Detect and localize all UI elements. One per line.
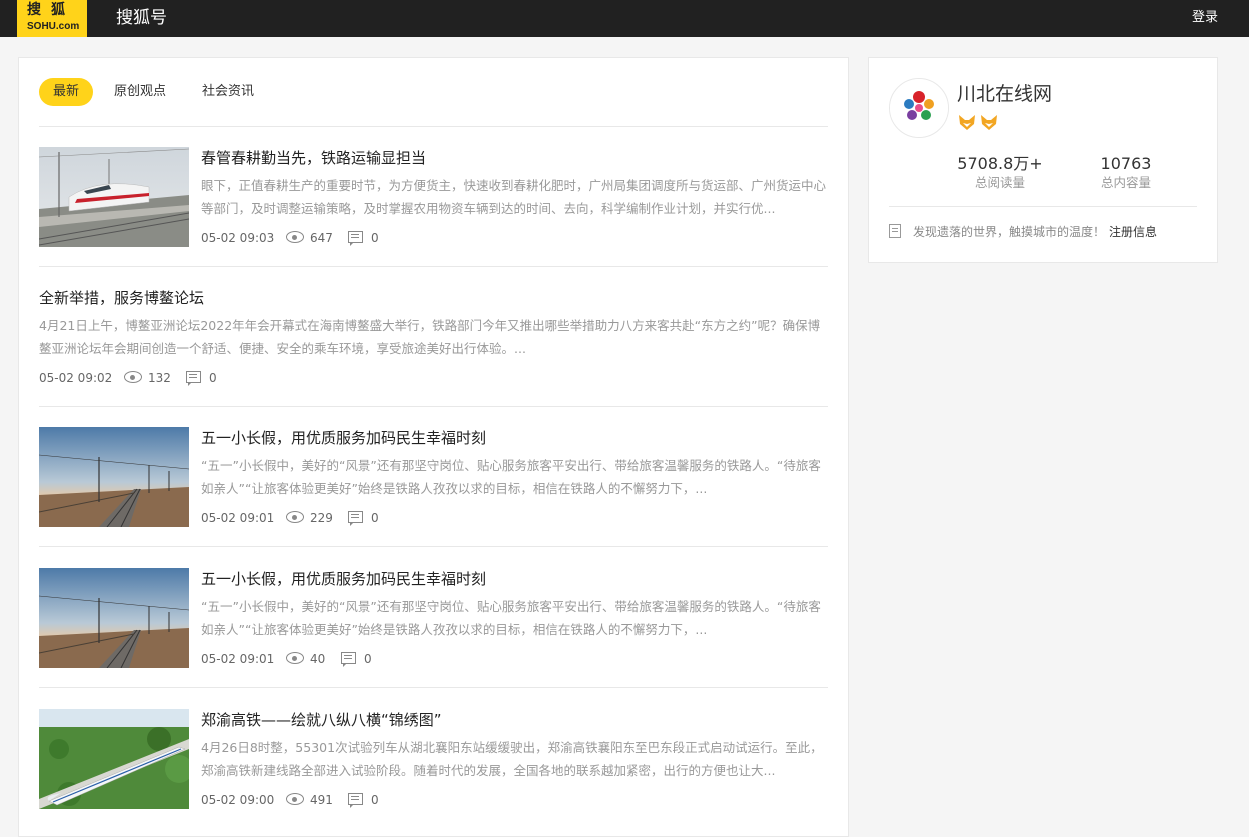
comment-count: 0 [371,231,379,245]
register-info-link[interactable]: 注册信息 [1109,225,1157,239]
article-title[interactable]: 春管春耕勤当先，铁路运输显担当 [201,148,426,168]
view-count: 40 [310,652,326,666]
tab-social-news[interactable]: 社会资讯 [202,78,254,106]
profile-card: 川北在线网 5708.8万+ 总阅读量 10763 总内容量 发现遗落的世界，触… [868,57,1218,263]
article-summary: “五一”小长假中，美好的“风景”还有那坚守岗位、贴心服务旅客平安出行、带给旅客温… [201,458,821,496]
top-navbar: 搜狐 SOHU.com 搜狐号 登录 [0,0,1249,37]
publish-time: 05-02 09:01 [201,511,275,525]
site-name[interactable]: 搜狐号 [116,8,167,28]
divider [39,687,828,688]
eye-icon [124,371,142,383]
total-content-value: 10763 [1100,154,1152,173]
fox-badge-icon [981,115,997,130]
comment-count: 0 [371,793,379,807]
article-panel: 最新 原创观点 社会资讯 春管春耕勤当先，铁路运输显担当 眼下，正值春耕生产的重… [18,57,849,837]
article-summary: 4月26日8时整，55301次试验列车从湖北襄阳东站缓缓驶出，郑渝高铁襄阳东至巴… [201,740,823,778]
view-count: 132 [148,371,171,385]
tab-latest[interactable]: 最新 [39,78,94,106]
publish-time: 05-02 09:00 [201,793,275,807]
total-reads-label: 总阅读量 [974,175,1025,190]
document-icon [889,224,901,238]
view-count: 647 [310,231,333,245]
comment-count: 0 [371,511,379,525]
article-item[interactable]: 五一小长假，用优质服务加码民生幸福时刻 “五一”小长假中，美好的“风景”还有那坚… [39,407,828,547]
article-summary: 眼下，正值春耕生产的重要时节，为方便货主，快速收到春耕化肥时，广州局集团调度所与… [201,178,827,216]
eye-icon [286,231,304,243]
publish-time: 05-02 09:03 [201,231,275,245]
article-title[interactable]: 郑渝高铁——绘就八纵八横“锦绣图” [201,710,442,730]
fox-badge-icon [959,115,975,130]
account-name[interactable]: 川北在线网 [957,82,1052,106]
intro-text: 发现遗落的世界，触摸城市的温度！ [913,225,1106,239]
article-thumbnail[interactable] [39,147,189,247]
eye-icon [286,511,304,523]
total-reads-stat: 5708.8万+ 总阅读量 [935,154,1065,192]
comment-icon [348,231,363,246]
article-item[interactable]: 全新举措，服务博鳌论坛 4月21日上午，博鳌亚洲论坛2022年年会开幕式在海南博… [39,267,828,407]
logo-cn-text: 搜狐 [27,2,75,18]
divider [39,546,828,547]
tab-original-opinion[interactable]: 原创观点 [114,78,166,106]
article-thumbnail[interactable] [39,427,189,527]
article-item[interactable]: 春管春耕勤当先，铁路运输显担当 眼下，正值春耕生产的重要时节，为方便货主，快速收… [39,127,828,267]
article-item[interactable]: 郑渝高铁——绘就八纵八横“锦绣图” 4月26日8时整，55301次试验列车从湖北… [39,689,828,829]
view-count: 229 [310,511,333,525]
view-count: 491 [310,793,333,807]
profile-intro: 发现遗落的世界，触摸城市的温度！ 注册信息 [889,224,1157,240]
article-title[interactable]: 五一小长假，用优质服务加码民生幸福时刻 [201,569,486,589]
publish-time: 05-02 09:01 [201,652,275,666]
comment-count: 0 [209,371,217,385]
eye-icon [286,652,304,664]
comment-icon [341,652,356,667]
comment-icon [348,511,363,526]
sohu-logo[interactable]: 搜狐 SOHU.com [17,0,87,37]
article-title[interactable]: 五一小长假，用优质服务加码民生幸福时刻 [201,428,486,448]
article-summary: “五一”小长假中，美好的“风景”还有那坚守岗位、贴心服务旅客平安出行、带给旅客温… [201,599,821,637]
total-content-stat: 10763 总内容量 [1061,154,1191,192]
comment-icon [348,793,363,808]
publish-time: 05-02 09:02 [39,371,113,385]
article-summary: 4月21日上午，博鳌亚洲论坛2022年年会开幕式在海南博鳌盛大举行，铁路部门今年… [39,318,821,356]
comment-count: 0 [364,652,372,666]
login-link[interactable]: 登录 [1192,9,1218,27]
total-reads-value: 5708.8万+ [957,154,1043,173]
article-thumbnail[interactable] [39,709,189,809]
divider [889,206,1197,207]
article-title[interactable]: 全新举措，服务博鳌论坛 [39,288,204,308]
article-thumbnail[interactable] [39,568,189,668]
article-item[interactable]: 五一小长假，用优质服务加码民生幸福时刻 “五一”小长假中，美好的“风景”还有那坚… [39,548,828,688]
avatar[interactable] [889,78,949,138]
comment-icon [186,371,201,386]
total-content-label: 总内容量 [1100,175,1151,190]
logo-en-text: SOHU.com [27,21,80,32]
eye-icon [286,793,304,805]
